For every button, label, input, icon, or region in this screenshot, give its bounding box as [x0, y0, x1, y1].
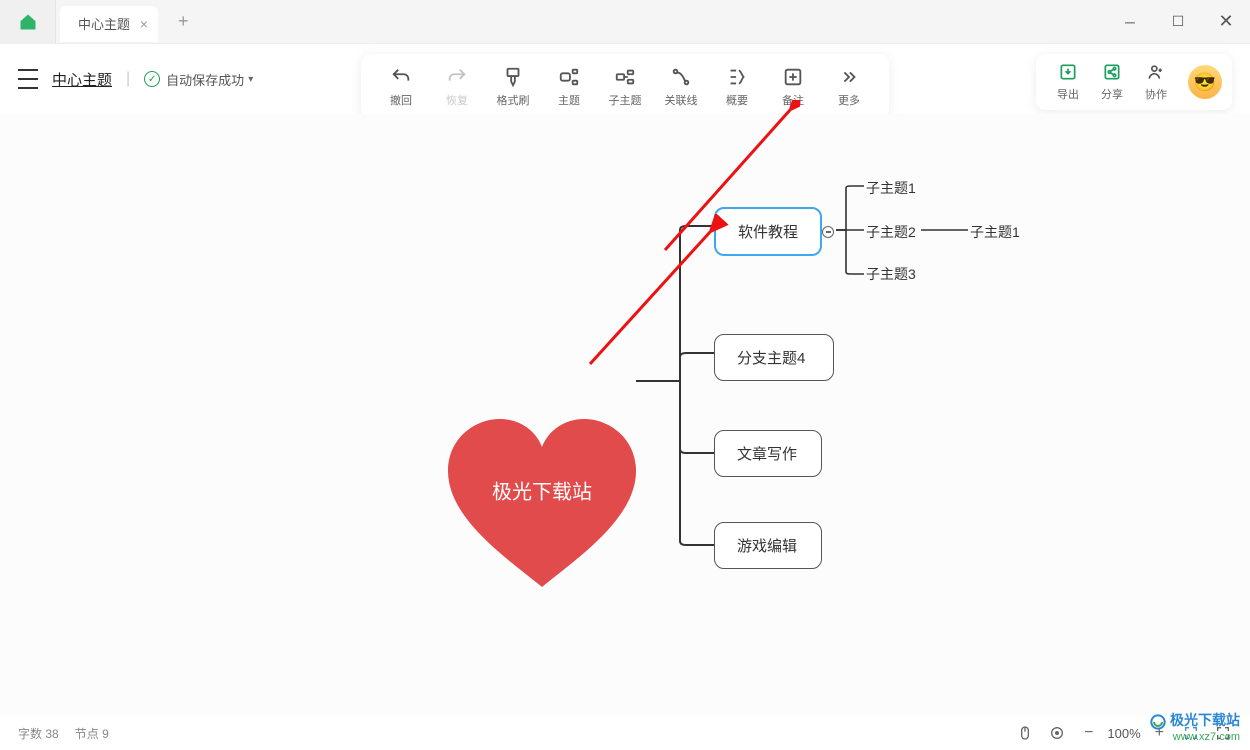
note-icon — [782, 66, 804, 88]
expand-handle[interactable] — [822, 226, 834, 238]
summary-label: 概要 — [726, 92, 748, 108]
watermark-line2: www.xz7.com — [1150, 730, 1240, 744]
nodes-label: 节点 — [75, 727, 99, 741]
tab-close-icon[interactable]: × — [140, 16, 148, 32]
more-button[interactable]: 更多 — [821, 62, 877, 112]
sub2-child-node[interactable]: 子主题1 — [970, 222, 1020, 242]
topic-button[interactable]: 主题 — [541, 62, 597, 112]
share-icon — [1102, 62, 1122, 82]
export-button[interactable]: 导出 — [1046, 62, 1090, 102]
branch-2-label: 分支主题4 — [737, 350, 805, 367]
subtopic-button[interactable]: 子主题 — [597, 62, 653, 112]
more-icon — [838, 66, 860, 88]
nodes-value: 9 — [102, 727, 109, 741]
undo-icon — [390, 66, 412, 88]
export-label: 导出 — [1057, 86, 1079, 102]
word-count: 字数 38 — [18, 725, 59, 742]
minimize-button[interactable]: ─ — [1106, 0, 1154, 44]
branch-node-3[interactable]: 文章写作 — [714, 430, 822, 477]
branch-node-4[interactable]: 游戏编辑 — [714, 522, 822, 569]
annotation-arrow-2 — [560, 214, 730, 384]
add-tab-button[interactable]: + — [170, 11, 197, 32]
watermark: 极光下载站 www.xz7.com — [1150, 711, 1240, 744]
collab-icon — [1146, 62, 1166, 82]
caret-down-icon: ▾ — [248, 74, 253, 85]
close-button[interactable]: ✕ — [1202, 0, 1250, 44]
document-tab[interactable]: 中心主题 × — [60, 6, 158, 42]
share-button[interactable]: 分享 — [1090, 62, 1134, 102]
canvas-area[interactable]: 极光下载站 软件教程 分支主题4 文章写作 游戏编辑 子主题1 子主题2 子主题… — [0, 114, 1250, 716]
note-label: 备注 — [782, 92, 804, 108]
collab-button[interactable]: 协作 — [1134, 62, 1178, 102]
check-icon: ✓ — [144, 71, 160, 87]
sub-2-label: 子主题2 — [866, 224, 916, 240]
branch-node-1[interactable]: 软件教程 — [714, 207, 822, 256]
center-label: 极光下载站 — [492, 475, 592, 504]
home-icon — [18, 12, 38, 32]
subtopic-label: 子主题 — [609, 92, 642, 108]
format-brush-label: 格式刷 — [497, 92, 530, 108]
user-avatar[interactable]: 😎 — [1188, 65, 1222, 99]
save-status[interactable]: ✓ 自动保存成功 ▾ — [144, 70, 253, 89]
words-label: 字数 — [18, 727, 42, 741]
branch-node-2[interactable]: 分支主题4 — [714, 334, 834, 381]
divider: | — [126, 70, 130, 88]
document-title[interactable]: 中心主题 — [52, 69, 112, 90]
titlebar: 中心主题 × + ─ ☐ ✕ — [0, 0, 1250, 44]
topic-label: 主题 — [558, 92, 580, 108]
sub-node-3[interactable]: 子主题3 — [866, 264, 916, 284]
home-tab[interactable] — [0, 0, 56, 44]
right-actions: 导出 分享 协作 😎 — [1036, 54, 1232, 110]
undo-button[interactable]: 撤回 — [373, 62, 429, 112]
save-status-label: 自动保存成功 — [166, 70, 244, 89]
format-brush-button[interactable]: 格式刷 — [485, 62, 541, 112]
sub-1-label: 子主题1 — [866, 180, 916, 196]
main-toolbar: 撤回 恢复 格式刷 主题 子主题 关联线 概要 备注 更多 — [361, 54, 889, 120]
more-label: 更多 — [838, 92, 860, 108]
subtopic-icon — [614, 66, 636, 88]
zoom-out-button[interactable]: − — [1080, 724, 1097, 742]
tab-label: 中心主题 — [78, 14, 130, 33]
collab-label: 协作 — [1145, 86, 1167, 102]
summary-icon — [726, 66, 748, 88]
relation-icon — [670, 66, 692, 88]
menu-button[interactable] — [18, 69, 38, 89]
watermark-line1: 极光下载站 — [1170, 712, 1240, 728]
branch-4-label: 游戏编辑 — [737, 538, 797, 555]
statusbar: 字数 38 节点 9 − 100% + — [0, 716, 1250, 750]
redo-button[interactable]: 恢复 — [429, 62, 485, 112]
window-controls: ─ ☐ ✕ — [1106, 0, 1250, 44]
sub-3-label: 子主题3 — [866, 266, 916, 282]
brush-icon — [502, 66, 524, 88]
watermark-icon — [1150, 714, 1166, 730]
target-icon[interactable] — [1048, 724, 1066, 742]
sub2-child-label: 子主题1 — [970, 224, 1020, 240]
note-button[interactable]: 备注 — [765, 62, 821, 112]
undo-label: 撤回 — [390, 92, 412, 108]
topic-icon — [558, 66, 580, 88]
branch-1-label: 软件教程 — [738, 224, 798, 241]
zoom-value[interactable]: 100% — [1107, 726, 1140, 741]
summary-button[interactable]: 概要 — [709, 62, 765, 112]
sub-node-2[interactable]: 子主题2 — [866, 222, 916, 242]
relation-label: 关联线 — [665, 92, 698, 108]
maximize-button[interactable]: ☐ — [1154, 0, 1202, 44]
share-label: 分享 — [1101, 86, 1123, 102]
node-count: 节点 9 — [75, 725, 109, 742]
relation-button[interactable]: 关联线 — [653, 62, 709, 112]
redo-icon — [446, 66, 468, 88]
redo-label: 恢复 — [446, 92, 468, 108]
connectors — [0, 114, 1250, 716]
branch-3-label: 文章写作 — [737, 446, 797, 463]
center-node[interactable]: 极光下载站 — [448, 419, 636, 587]
words-value: 38 — [45, 727, 58, 741]
mouse-mode-icon[interactable] — [1016, 724, 1034, 742]
sub-node-1[interactable]: 子主题1 — [866, 178, 916, 198]
export-icon — [1058, 62, 1078, 82]
